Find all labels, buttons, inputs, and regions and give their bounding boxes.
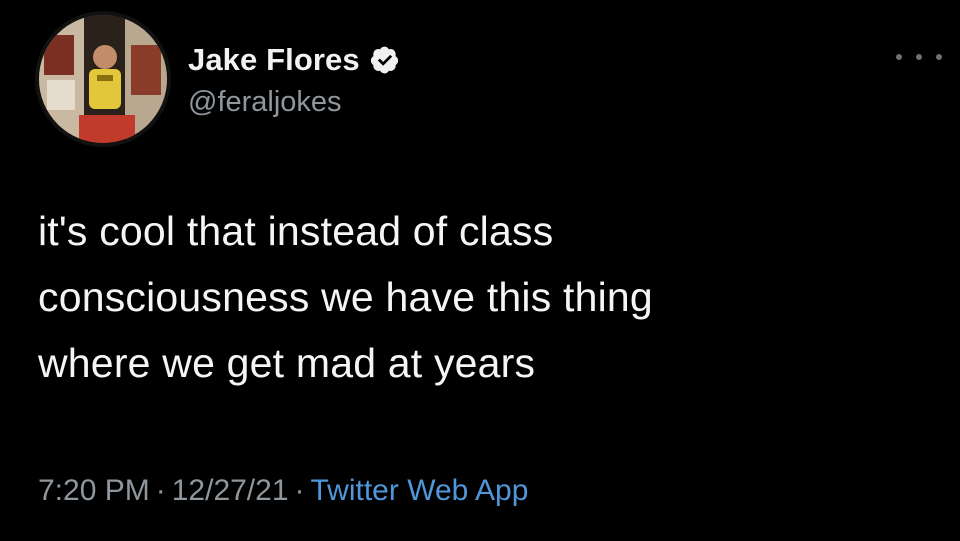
more-dot <box>896 54 902 60</box>
more-options-icon[interactable] <box>896 44 942 70</box>
more-dot <box>936 54 942 60</box>
more-dot <box>916 54 922 60</box>
tweet-card: Jake Flores @feraljokes it's cool that i… <box>0 0 960 541</box>
verified-badge-icon <box>370 46 398 74</box>
avatar-photo-icon <box>39 15 167 143</box>
tweet-text-line: consciousness we have this thing <box>38 274 653 320</box>
tweet-text-line: where we get mad at years <box>38 340 536 386</box>
meta-separator: · <box>155 474 166 507</box>
tweet-text-line: it's cool that instead of class <box>38 208 554 254</box>
user-handle[interactable]: @feraljokes <box>188 86 342 119</box>
tweet-text: it's cool that instead of class consciou… <box>38 198 918 396</box>
display-name[interactable]: Jake Flores <box>188 42 360 78</box>
avatar[interactable] <box>39 15 167 143</box>
meta-separator: · <box>294 474 305 507</box>
tweet-date[interactable]: 12/27/21 <box>172 474 289 507</box>
tweet-time[interactable]: 7:20 PM <box>38 474 150 507</box>
user-name-row: Jake Flores <box>188 38 400 82</box>
tweet-meta: 7:20 PM · 12/27/21 · Twitter Web App <box>38 474 528 508</box>
tweet-source-link[interactable]: Twitter Web App <box>311 474 529 507</box>
